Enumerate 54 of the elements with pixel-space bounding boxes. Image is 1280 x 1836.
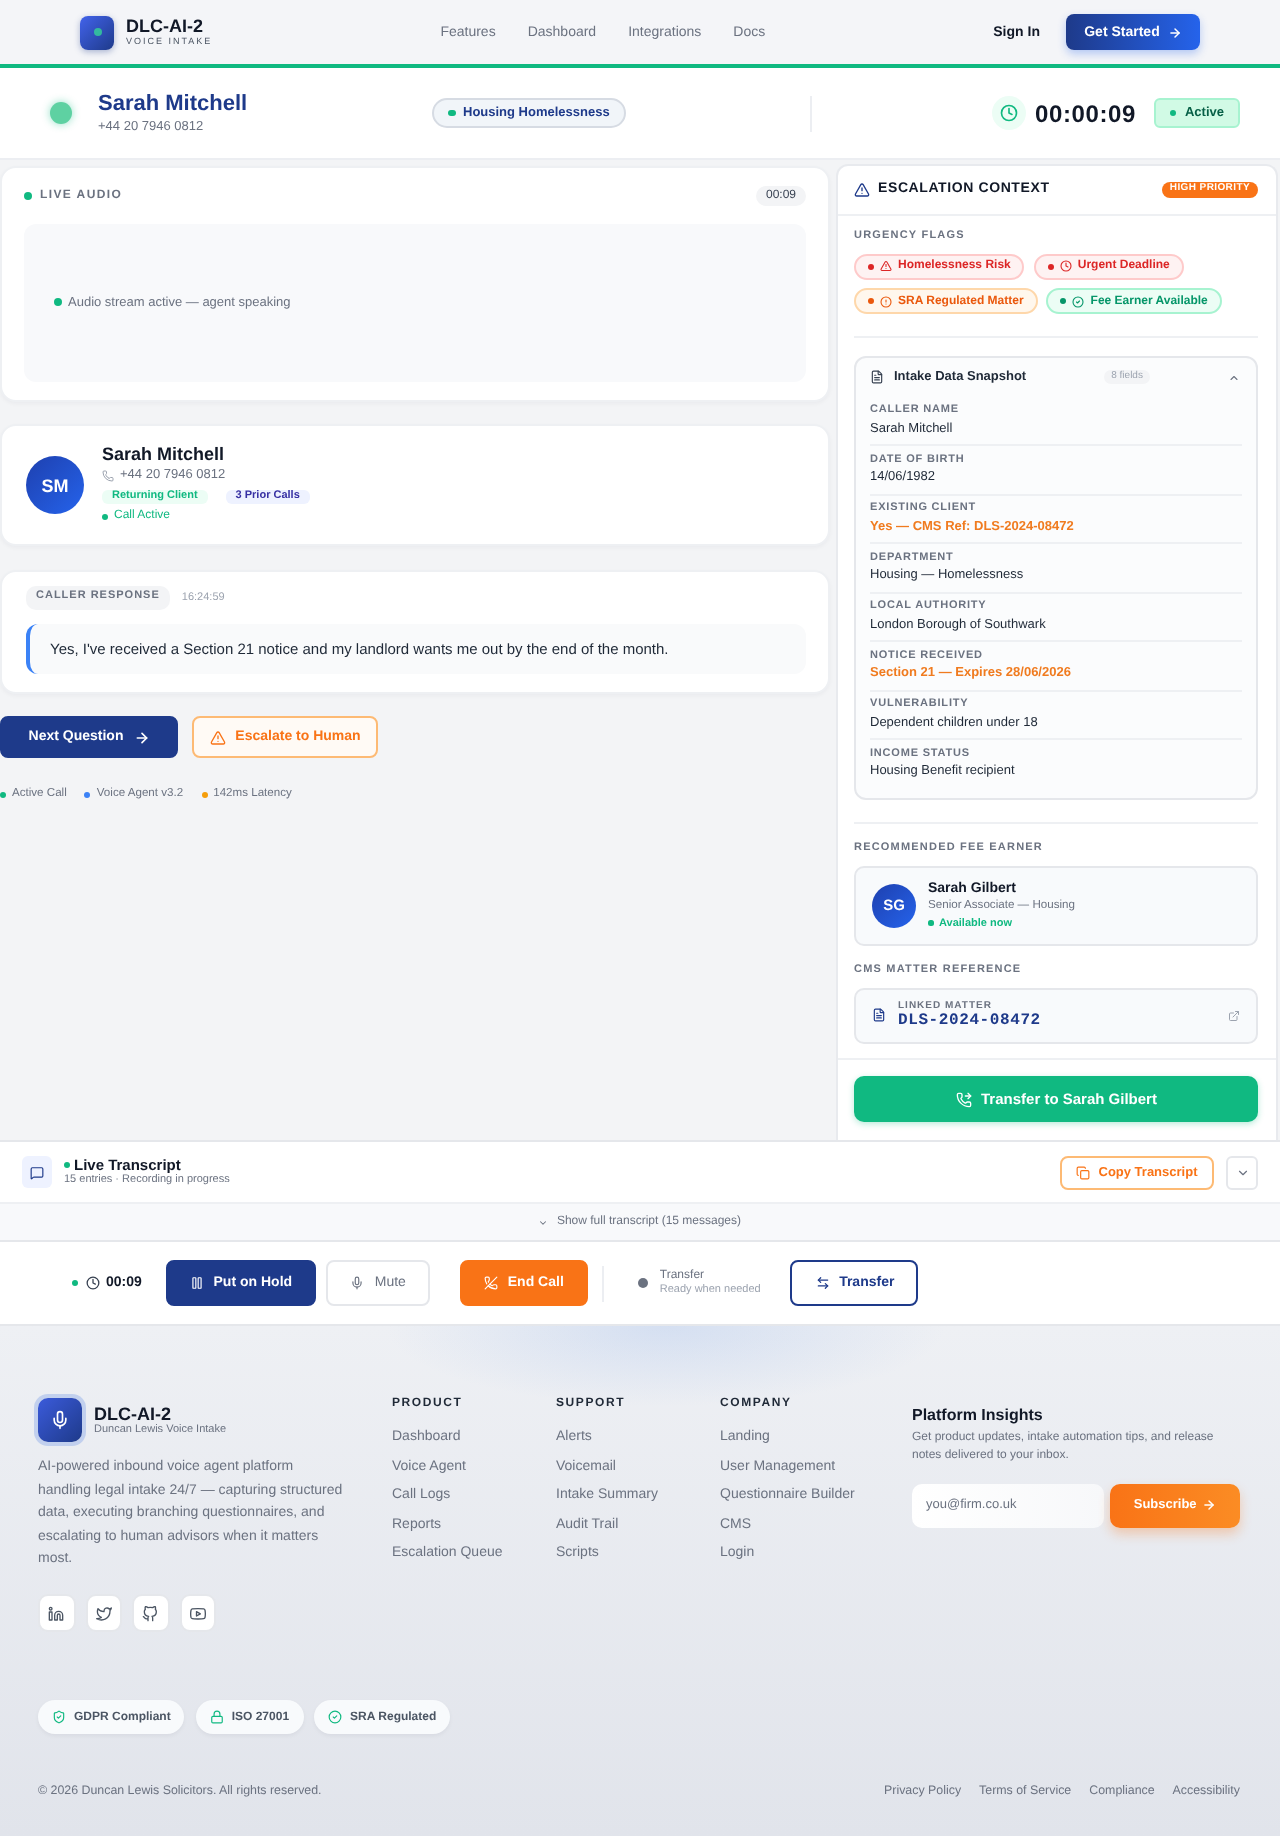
swap-arrows-icon	[815, 1276, 830, 1290]
document-icon	[872, 1008, 886, 1023]
twitter-icon[interactable]	[85, 1594, 122, 1632]
chevron-up-icon[interactable]	[1227, 371, 1240, 384]
caller-name: Sarah Mitchell	[98, 91, 250, 117]
phone-off-icon	[483, 1276, 498, 1290]
lock-icon	[209, 1710, 224, 1725]
warning-icon	[880, 260, 892, 273]
caller-name: Sarah Mitchell	[102, 443, 227, 466]
live-dot	[64, 1162, 70, 1168]
check-circle-icon	[328, 1710, 343, 1725]
arrow-right-icon	[133, 729, 150, 745]
pause-icon	[189, 1276, 204, 1290]
status-dot	[72, 1280, 78, 1286]
call-timer: 00:00:09	[1035, 99, 1136, 127]
status-dot	[54, 298, 62, 307]
live-dot	[24, 192, 32, 200]
avatar: SM	[26, 456, 84, 514]
newsletter-title: Platform Insights	[912, 1406, 1045, 1426]
matter-reference: DLS-2024-08472	[898, 1012, 1041, 1031]
arrow-right-icon	[1167, 25, 1182, 39]
flag-dot	[1047, 263, 1054, 270]
document-icon	[870, 370, 884, 385]
status-dot	[448, 109, 455, 117]
alert-circle-icon	[880, 295, 892, 308]
status-dot	[637, 1278, 648, 1288]
status-dot	[1169, 109, 1177, 117]
microphone-logo-icon	[38, 1398, 82, 1442]
copy-icon	[1076, 1165, 1091, 1179]
brand-name: DLC-AI-2	[126, 16, 205, 36]
github-icon[interactable]	[132, 1594, 169, 1632]
clock-icon	[991, 96, 1026, 130]
clock-icon	[86, 1276, 100, 1290]
chat-icon	[22, 1156, 52, 1188]
phone-icon	[102, 469, 114, 482]
check-circle-icon	[1072, 295, 1085, 308]
youtube-icon[interactable]	[179, 1594, 216, 1632]
status-dot	[928, 920, 933, 926]
warning-icon	[854, 181, 870, 198]
shield-icon	[52, 1710, 66, 1725]
flag-dot	[1060, 298, 1067, 305]
microphone-icon	[350, 1276, 365, 1290]
brand-name: DLC-AI-2	[94, 1403, 173, 1423]
status-dot	[102, 513, 108, 520]
flag-dot	[868, 298, 874, 305]
flag-dot	[868, 263, 874, 270]
linkedin-icon[interactable]	[38, 1594, 75, 1632]
clock-icon	[1059, 260, 1072, 273]
phone-forward-icon	[955, 1091, 972, 1107]
status-dot	[50, 102, 72, 124]
warning-icon	[209, 729, 226, 745]
chevron-down-icon	[538, 1217, 549, 1227]
arrow-right-icon	[1202, 1498, 1217, 1513]
logo-icon	[80, 15, 114, 49]
